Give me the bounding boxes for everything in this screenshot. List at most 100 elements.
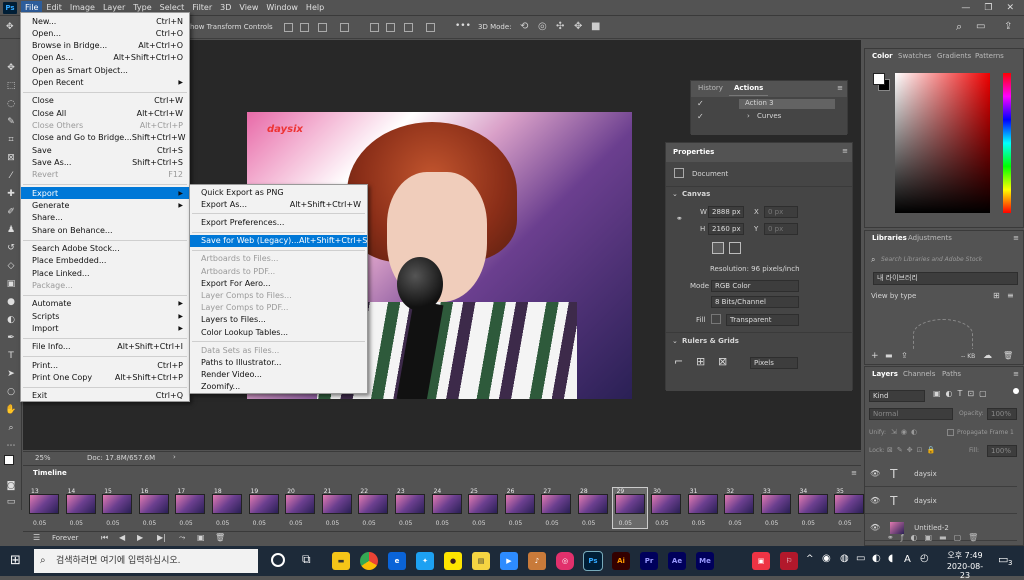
close-window-button[interactable]: ✕: [1006, 3, 1014, 13]
y-field[interactable]: 0 px: [764, 223, 798, 235]
frame-duration[interactable]: 0.05: [289, 520, 302, 527]
library-search-input[interactable]: Search Libraries and Adobe Stock: [881, 256, 982, 263]
menu-item-open[interactable]: Open... Ctrl+O: [21, 27, 189, 39]
minimize-button[interactable]: —: [961, 3, 970, 13]
quick-select-tool-icon[interactable]: ✎: [5, 116, 17, 128]
menu-item-paths-to-illustrator[interactable]: Paths to Illustrator...: [190, 356, 367, 368]
next-frame-icon[interactable]: ▶|: [157, 533, 166, 542]
notification-icon[interactable]: ▭: [998, 553, 1008, 566]
taskbar-app-me-icon[interactable]: Me: [696, 552, 714, 570]
menu-item-export-for-aero[interactable]: Export For Aero...: [190, 277, 367, 289]
clone-stamp-tool-icon[interactable]: ♟: [5, 224, 17, 236]
pen-tool-icon[interactable]: ✒: [5, 332, 17, 344]
chevron-down-icon[interactable]: ⌄: [672, 190, 678, 198]
menu-item-save[interactable]: Save Ctrl+S: [21, 144, 189, 156]
menu-item-import[interactable]: Import ▶: [21, 323, 189, 335]
play-icon[interactable]: ▶: [137, 533, 143, 542]
twitter-icon[interactable]: ✦: [416, 552, 434, 570]
panel-menu-icon[interactable]: ≡: [1013, 234, 1019, 242]
instagram-icon[interactable]: ◎: [556, 552, 574, 570]
tab-patterns[interactable]: Patterns: [970, 49, 1009, 64]
restore-button[interactable]: ❐: [984, 3, 992, 13]
layer-filter-icons[interactable]: ▣◐T⊡▢: [933, 389, 992, 398]
frame-duration[interactable]: 0.05: [765, 520, 778, 527]
tab-swatches[interactable]: Swatches: [893, 49, 936, 64]
ime-mode-icon[interactable]: ◴: [920, 553, 929, 564]
frame-duration[interactable]: 0.05: [802, 520, 815, 527]
grid-view-icon[interactable]: ⊞: [993, 291, 1000, 300]
height-field[interactable]: 2160 px: [708, 223, 744, 235]
clock-date[interactable]: 2020-08-23: [942, 562, 988, 580]
menu-item-render-video[interactable]: Render Video...: [190, 369, 367, 381]
menu-item-print-one-copy[interactable]: Print One Copy Alt+Shift+Ctrl+P: [21, 372, 189, 384]
crop-tool-icon[interactable]: ⌗: [5, 134, 17, 146]
menu-item-generate[interactable]: Generate ▶: [21, 200, 189, 212]
menu-item-share[interactable]: Share...: [21, 212, 189, 224]
hand-tool-icon[interactable]: ✋: [5, 404, 17, 416]
menu-item-file-info[interactable]: File Info... Alt+Shift+Ctrl+I: [21, 341, 189, 353]
brush-tool-icon[interactable]: ✐: [5, 206, 17, 218]
tab-paths[interactable]: Paths: [937, 367, 966, 382]
chrome-icon[interactable]: [360, 552, 378, 570]
action-row[interactable]: Action 3: [739, 99, 835, 109]
clock-time[interactable]: 오후 7:49: [942, 550, 988, 561]
menu-item-scripts[interactable]: Scripts ▶: [21, 310, 189, 322]
more-options-button[interactable]: •••: [455, 21, 471, 31]
hue-slider[interactable]: [1003, 73, 1011, 213]
frame-duration[interactable]: 0.05: [728, 520, 741, 527]
landscape-icon[interactable]: [729, 242, 741, 254]
tab-history[interactable]: History: [693, 81, 728, 96]
app-icon[interactable]: ▣: [752, 552, 770, 570]
history-brush-tool-icon[interactable]: ↺: [5, 242, 17, 254]
3d-orbit-icon[interactable]: ⟲: [520, 21, 528, 32]
battery-icon[interactable]: ▭: [856, 553, 865, 564]
checkmark-icon[interactable]: ✓: [697, 99, 704, 108]
dodge-tool-icon[interactable]: ◐: [5, 314, 17, 326]
cortana-icon[interactable]: [271, 553, 285, 567]
frame-duration[interactable]: 0.05: [692, 520, 705, 527]
menu-item-export[interactable]: Export ▶: [21, 187, 189, 200]
menu-item-new[interactable]: New... Ctrl+N: [21, 15, 189, 27]
menu-item-open-recent[interactable]: Open Recent ▶: [21, 77, 189, 89]
eye-icon[interactable]: 👁: [870, 523, 880, 532]
taskbar-app-ae-icon[interactable]: Ae: [668, 552, 686, 570]
width-field[interactable]: 2888 px: [708, 206, 744, 218]
frame-duration[interactable]: 0.05: [143, 520, 156, 527]
status-arrow-icon[interactable]: ›: [173, 453, 176, 461]
frame-duration[interactable]: 0.05: [33, 520, 46, 527]
frame-tool-icon[interactable]: ⊠: [5, 152, 17, 164]
3d-pan-icon[interactable]: ✣: [556, 21, 564, 32]
menu-window[interactable]: Window: [262, 1, 302, 15]
panel-menu-icon[interactable]: ≡: [837, 84, 843, 92]
app-icon[interactable]: ♪: [528, 552, 546, 570]
shape-tool-icon[interactable]: ○: [5, 386, 17, 398]
quick-mask-icon[interactable]: ◙: [5, 480, 17, 492]
move-tool-icon[interactable]: ✥: [6, 22, 14, 32]
frame-duration[interactable]: 0.05: [253, 520, 266, 527]
share-icon[interactable]: ⇪: [1004, 21, 1012, 32]
propagate-checkbox[interactable]: [947, 429, 954, 436]
align-top-icon[interactable]: [370, 23, 379, 32]
folder-icon[interactable]: ▬: [885, 351, 893, 360]
task-view-icon[interactable]: ⧉: [302, 552, 311, 567]
menu-item-automate[interactable]: Automate ▶: [21, 298, 189, 310]
chevron-right-icon[interactable]: ›: [747, 112, 750, 120]
transform-controls-label[interactable]: how Transform Controls: [190, 23, 273, 31]
checkmark-icon[interactable]: ✓: [697, 112, 704, 121]
tab-adjustments[interactable]: Adjustments: [903, 231, 957, 246]
path-select-tool-icon[interactable]: ➤: [5, 368, 17, 380]
opacity-field[interactable]: 100%: [987, 408, 1017, 420]
align-center-icon[interactable]: [300, 23, 309, 32]
filter-toggle[interactable]: [1013, 388, 1019, 394]
grid-icon[interactable]: ⊞: [696, 355, 705, 368]
frame-duration[interactable]: 0.05: [106, 520, 119, 527]
frame-duration[interactable]: 0.05: [326, 520, 339, 527]
search-icon[interactable]: ⌕: [956, 20, 962, 34]
panel-menu-icon[interactable]: ≡: [842, 147, 848, 155]
menu-view[interactable]: View: [235, 1, 262, 15]
frame-duration[interactable]: 0.05: [619, 520, 632, 527]
frame-duration[interactable]: 0.05: [582, 520, 595, 527]
action-row[interactable]: Curves: [757, 112, 781, 120]
x-field[interactable]: 0 px: [764, 206, 798, 218]
tray-app-icon[interactable]: ◍: [840, 553, 849, 564]
